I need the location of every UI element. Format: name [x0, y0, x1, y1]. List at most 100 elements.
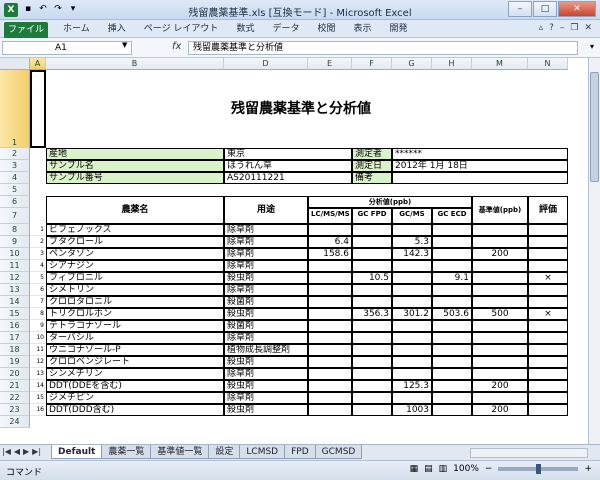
pesticide-usage[interactable]: 殺菌剤 [224, 296, 308, 308]
zoom-in-button[interactable]: + [584, 464, 592, 474]
pesticide-name[interactable]: DDT(DDEを含む) [46, 380, 224, 392]
row-header-19[interactable]: 19 [0, 356, 30, 368]
value-lcms[interactable] [308, 320, 352, 332]
item-number[interactable]: 6 [30, 284, 46, 296]
item-number[interactable]: 12 [30, 356, 46, 368]
pesticide-name[interactable]: フィプロニル [46, 272, 224, 284]
value-gcfpd[interactable]: 10.5 [352, 272, 392, 284]
value-evaluation[interactable] [528, 224, 568, 236]
expand-formula-bar-icon[interactable]: ▾ [590, 42, 594, 51]
worksheet-grid[interactable]: A B D E F G H M N 1 2 3 4 5 6 7 8 9 10 11 12 13 14 15 16 17 18 19 20… [0, 58, 588, 444]
formula-input[interactable]: 残留農薬基準と分析値 [188, 41, 578, 55]
row-header-2[interactable]: 2 [0, 148, 30, 160]
value-gcfpd[interactable] [352, 320, 392, 332]
value-gcecd[interactable] [432, 404, 472, 416]
value-gcecd[interactable] [432, 344, 472, 356]
value-lcms[interactable] [308, 404, 352, 416]
value-standard[interactable] [472, 368, 528, 380]
header-evaluation[interactable]: 評価 [528, 196, 568, 224]
prev-sheet-icon[interactable]: ◀ [14, 447, 20, 456]
pesticide-name[interactable]: ビフェノックス [46, 224, 224, 236]
value-standard[interactable]: 200 [472, 380, 528, 392]
value-gcms[interactable] [392, 332, 432, 344]
pesticide-usage[interactable]: 除草剤 [224, 260, 308, 272]
header-usage[interactable]: 用途 [224, 196, 308, 224]
value-gcecd[interactable] [432, 380, 472, 392]
column-header-D[interactable]: D [224, 58, 308, 70]
value-standard[interactable] [472, 236, 528, 248]
value-evaluation[interactable] [528, 356, 568, 368]
pesticide-usage[interactable]: 除草剤 [224, 368, 308, 380]
value-lcms[interactable] [308, 308, 352, 320]
value-gcms[interactable] [392, 344, 432, 356]
value-standard[interactable] [472, 224, 528, 236]
value-gcfpd[interactable]: 356.3 [352, 308, 392, 320]
value-lcms[interactable] [308, 272, 352, 284]
row-header-11[interactable]: 11 [0, 260, 30, 272]
value-gcms[interactable]: 301.2 [392, 308, 432, 320]
value-lcms[interactable] [308, 332, 352, 344]
value-gcfpd[interactable] [352, 356, 392, 368]
column-header-G[interactable]: G [392, 58, 432, 70]
value-evaluation[interactable] [528, 332, 568, 344]
value-standard[interactable]: 500 [472, 308, 528, 320]
row-header-4[interactable]: 4 [0, 172, 30, 184]
row-header-16[interactable]: 16 [0, 320, 30, 332]
label-sample-no[interactable]: サンプル番号 [46, 172, 224, 184]
row-header-24[interactable]: 24 [0, 416, 30, 428]
next-sheet-icon[interactable]: ▶ [23, 447, 29, 456]
pesticide-name[interactable]: ペンタゾン [46, 248, 224, 260]
name-box[interactable]: A1 [2, 41, 132, 55]
column-header-H[interactable]: H [432, 58, 472, 70]
value-gcms[interactable] [392, 224, 432, 236]
label-measurer[interactable]: 測定者 [352, 148, 392, 160]
value-evaluation[interactable] [528, 320, 568, 332]
value-gcms[interactable]: 1003 [392, 404, 432, 416]
header-gcfpd[interactable]: GC FPD [352, 208, 392, 224]
vertical-scroll-thumb[interactable] [590, 72, 599, 182]
window-restore-icon[interactable]: ❐ [570, 23, 578, 33]
sheet-tab-0[interactable]: Default [51, 445, 103, 459]
window-close-icon[interactable]: ✕ [584, 23, 592, 33]
value-gcfpd[interactable] [352, 236, 392, 248]
value-gcms[interactable] [392, 320, 432, 332]
header-gcms[interactable]: GC/MS [392, 208, 432, 224]
column-header-E[interactable]: E [308, 58, 352, 70]
value-standard[interactable] [472, 332, 528, 344]
sheet-tab-1[interactable]: 農薬一覧 [101, 445, 152, 459]
value-gcms[interactable] [392, 272, 432, 284]
value-gcecd[interactable] [432, 236, 472, 248]
pesticide-usage[interactable]: 殺虫剤 [224, 404, 308, 416]
value-gcfpd[interactable] [352, 404, 392, 416]
tab-view[interactable]: 表示 [344, 23, 380, 36]
value-evaluation[interactable]: × [528, 308, 568, 320]
value-sample-name[interactable]: ほうれん草 [224, 160, 352, 172]
value-gcfpd[interactable] [352, 368, 392, 380]
value-gcfpd[interactable] [352, 392, 392, 404]
value-gcecd[interactable] [432, 320, 472, 332]
tab-file[interactable]: ファイル [4, 22, 48, 38]
row-header-6[interactable]: 6 [0, 196, 30, 208]
value-lcms[interactable] [308, 284, 352, 296]
value-standard[interactable] [472, 272, 528, 284]
item-number[interactable]: 8 [30, 308, 46, 320]
vertical-scrollbar[interactable] [588, 58, 600, 444]
item-number[interactable]: 16 [30, 404, 46, 416]
row-header-23[interactable]: 23 [0, 404, 30, 416]
item-number[interactable]: 2 [30, 236, 46, 248]
pesticide-usage[interactable]: 殺虫剤 [224, 356, 308, 368]
value-gcecd[interactable] [432, 284, 472, 296]
pesticide-name[interactable]: クロロベンジレート [46, 356, 224, 368]
pesticide-name[interactable]: ジメチピン [46, 392, 224, 404]
row-header-10[interactable]: 10 [0, 248, 30, 260]
value-standard[interactable] [472, 296, 528, 308]
column-header-F[interactable]: F [352, 58, 392, 70]
value-evaluation[interactable] [528, 296, 568, 308]
value-evaluation[interactable] [528, 392, 568, 404]
value-gcms[interactable] [392, 260, 432, 272]
tab-formulas[interactable]: 数式 [227, 23, 263, 36]
tab-data[interactable]: データ [263, 23, 308, 36]
value-standard[interactable]: 200 [472, 248, 528, 260]
row-header-20[interactable]: 20 [0, 368, 30, 380]
column-header-N[interactable]: N [528, 58, 568, 70]
